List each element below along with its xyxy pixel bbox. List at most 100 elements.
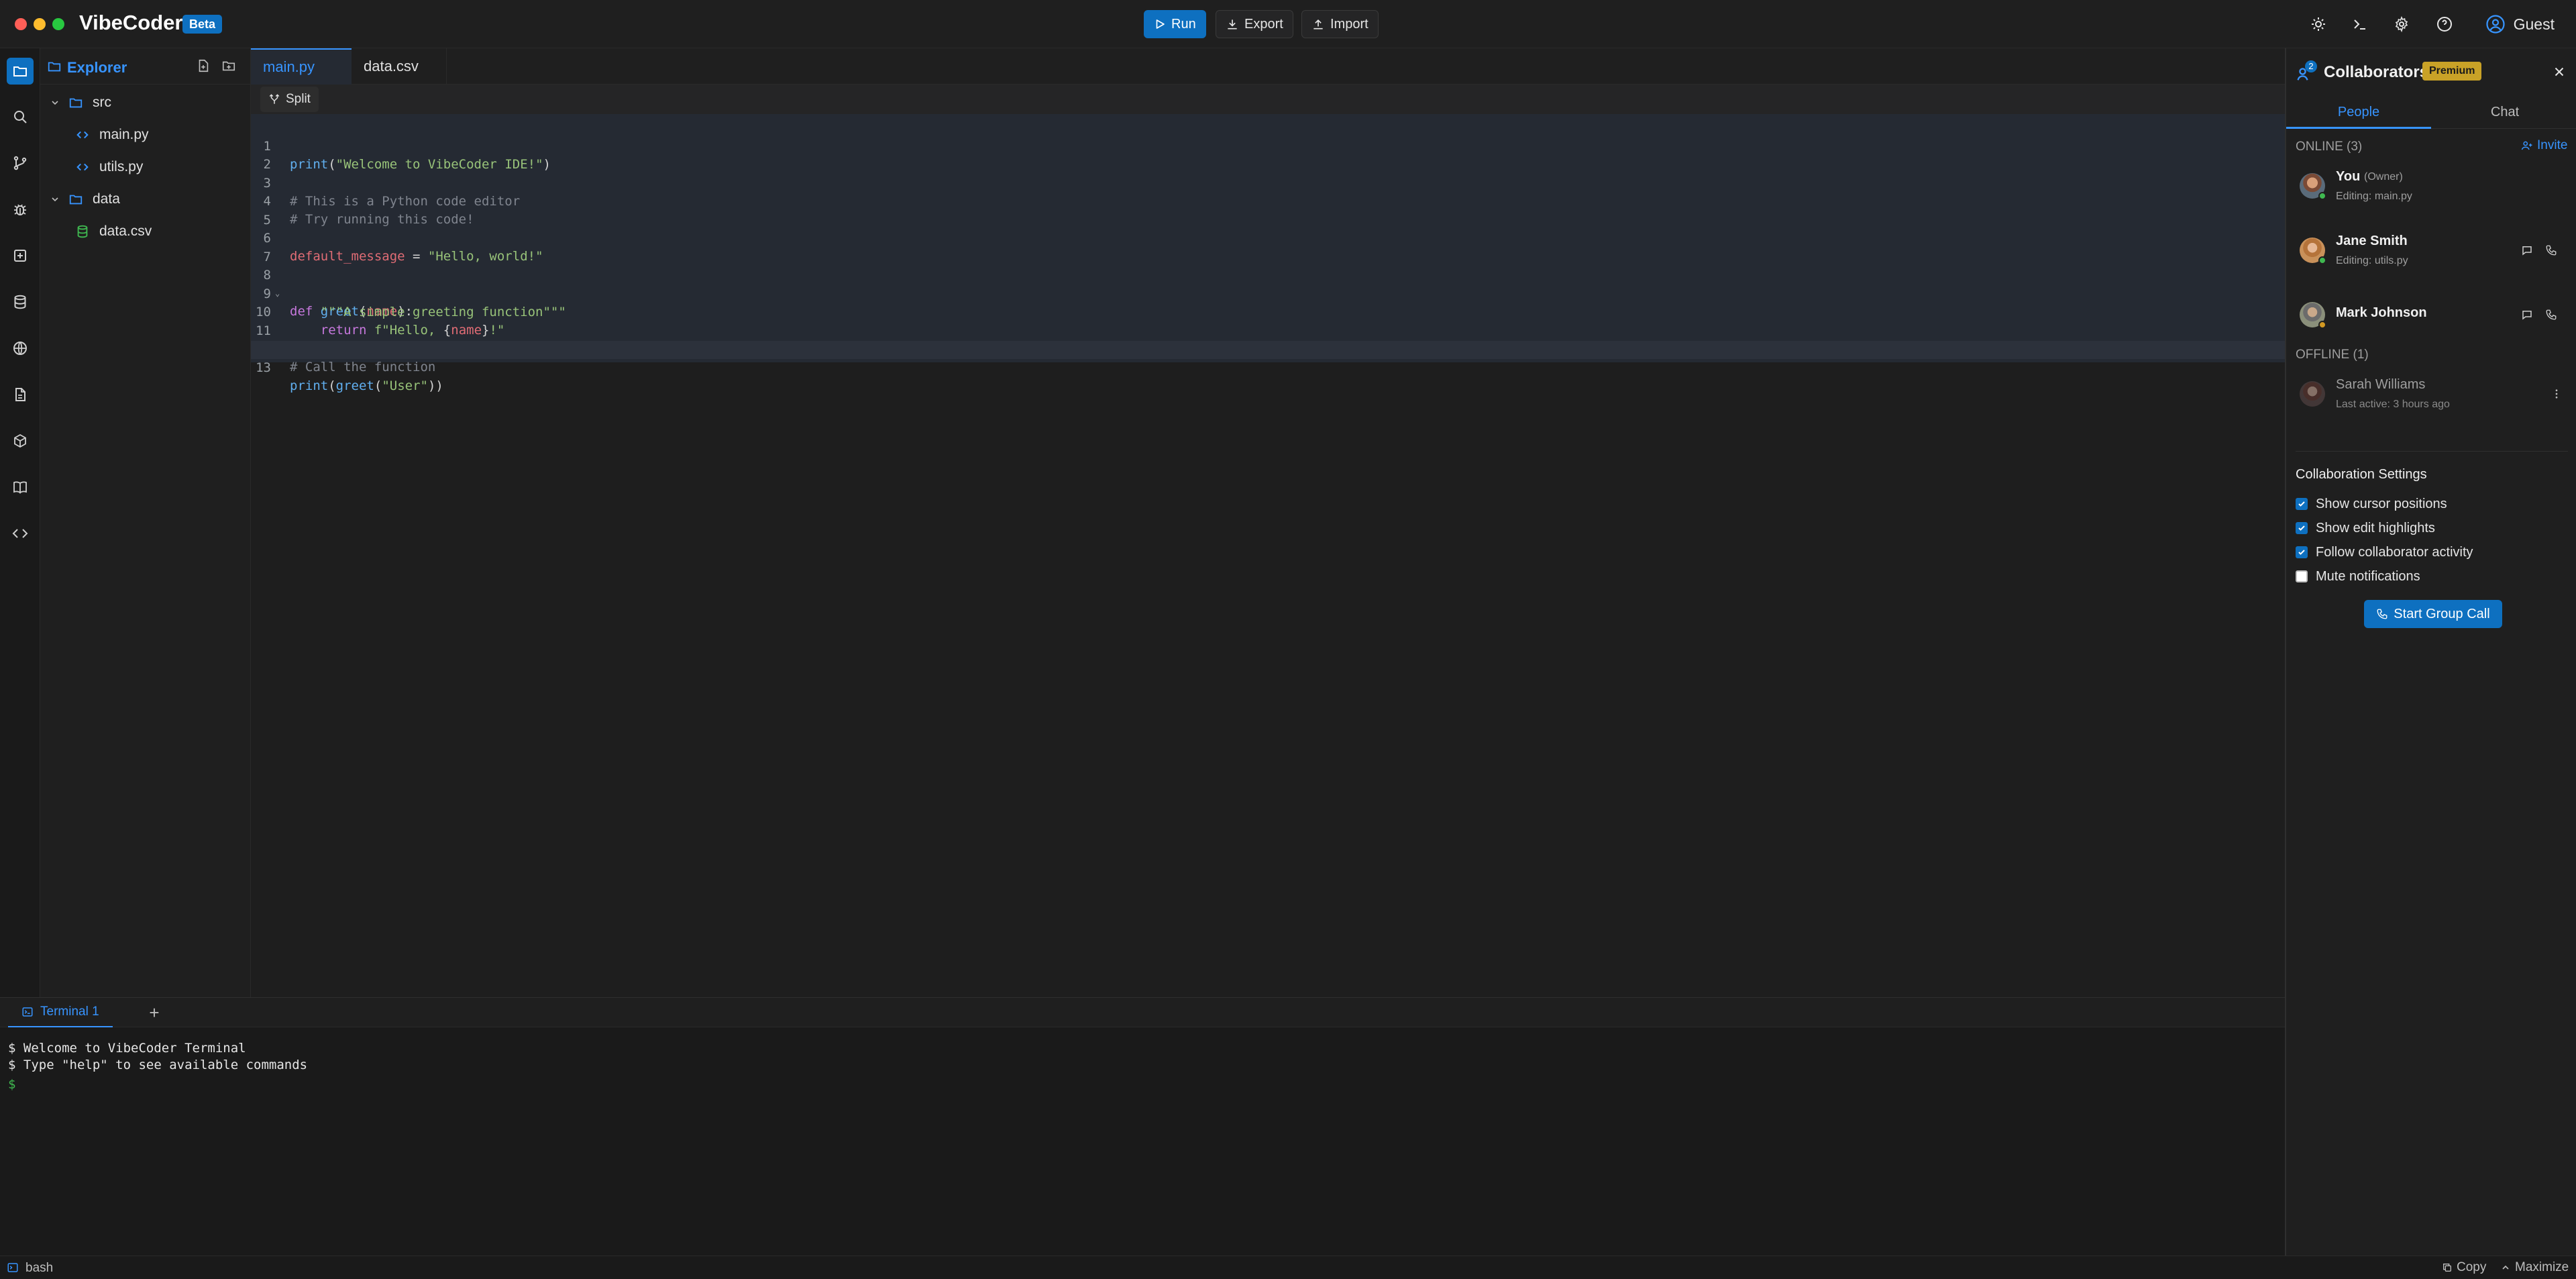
theme-toggle-button[interactable] (2306, 12, 2330, 36)
setting-show-cursor-positions[interactable]: Show cursor positions (2296, 494, 2447, 514)
help-button[interactable] (2432, 12, 2457, 36)
collaborator-you[interactable]: You (Owner) Editing: main.py (2286, 158, 2576, 219)
activity-packages[interactable] (7, 427, 34, 454)
collaborators-tabs: People Chat (2286, 95, 2576, 129)
activity-extensions[interactable] (7, 242, 34, 269)
tree-folder-src[interactable]: src (40, 88, 251, 117)
more-options-button[interactable] (2548, 385, 2565, 403)
terminal-toggle-button[interactable] (2348, 12, 2372, 36)
setting-label: Show edit highlights (2316, 520, 2435, 535)
message-button[interactable] (2518, 306, 2536, 323)
folder-icon (48, 62, 61, 72)
export-button[interactable]: Export (1216, 10, 1293, 38)
code-line: 2 (251, 138, 2285, 172)
maximize-window-button[interactable] (52, 18, 64, 30)
terminal-prompt[interactable]: $ (8, 1077, 15, 1092)
collaborator-mark-johnson[interactable]: Mark Johnson (2286, 287, 2576, 348)
activity-web[interactable] (7, 335, 34, 362)
setting-show-edit-highlights[interactable]: Show edit highlights (2296, 518, 2435, 538)
collaborator-sarah-williams[interactable]: Sarah Williams Last active: 3 hours ago (2286, 366, 2576, 427)
tree-folder-data[interactable]: data (40, 185, 251, 214)
code-line: 8 ⌄ def greet(name): (251, 248, 2285, 319)
terminal-icon (7, 1263, 18, 1272)
invite-button[interactable]: Invite (2521, 138, 2567, 153)
call-button[interactable] (2542, 242, 2560, 259)
collaborator-role: (Owner) (2364, 171, 2403, 183)
import-button[interactable]: Import (1301, 10, 1379, 38)
collaborator-jane-smith[interactable]: Jane Smith Editing: utils.py (2286, 223, 2576, 283)
activity-debug[interactable] (7, 196, 34, 223)
code-line: 10 return f"Hello, {name}!" (251, 285, 2285, 338)
plus-square-icon (14, 250, 26, 262)
tab-data-csv[interactable]: data.csv (352, 48, 447, 85)
terminal-panel: Terminal 1 + $ Welcome to VibeCoder Term… (0, 997, 2285, 1256)
message-button[interactable] (2518, 242, 2536, 259)
close-panel-button[interactable] (2552, 64, 2567, 83)
git-branch-icon (13, 156, 27, 170)
tree-file-main-py[interactable]: main.py (40, 120, 251, 150)
collaborator-name: You (2336, 169, 2361, 184)
copy-icon (2443, 1264, 2451, 1272)
user-menu-button[interactable]: Guest (2485, 12, 2555, 36)
activity-docs[interactable] (7, 474, 34, 501)
explorer-panel: Explorer src main.py utils.py data data.… (40, 48, 251, 997)
call-button[interactable] (2542, 306, 2560, 323)
activity-explorer[interactable] (7, 58, 34, 85)
tree-file-data-csv[interactable]: data.csv (40, 217, 251, 246)
offline-section-label: OFFLINE (1) (2296, 348, 2369, 362)
code-line: 1 print("Welcome to VibeCoder IDE!") (251, 119, 2285, 172)
avatar (2300, 381, 2325, 407)
setting-mute-notifications[interactable]: Mute notifications (2296, 566, 2420, 586)
tab-terminal-1[interactable]: Terminal 1 (8, 998, 113, 1027)
checkbox-checked[interactable] (2296, 522, 2308, 534)
tree-file-utils-py[interactable]: utils.py (40, 152, 251, 182)
collaborators-panel: 2 Collaborators Premium People Chat ONLI… (2285, 48, 2576, 1256)
code-editor[interactable]: 1 print("Welcome to VibeCoder IDE!") 2 3… (251, 114, 2285, 996)
code-line: 11 (251, 304, 2285, 338)
close-window-button[interactable] (15, 18, 27, 30)
chevron-up-icon (2502, 1265, 2509, 1270)
checkbox-unchecked[interactable] (2296, 570, 2308, 582)
activity-source-control[interactable] (7, 150, 34, 176)
new-folder-icon (222, 61, 235, 71)
maximize-terminal-button[interactable]: Maximize (2500, 1260, 2569, 1275)
editor-toolbar: Split (251, 85, 2285, 114)
help-icon (2437, 17, 2452, 32)
run-label: Run (1171, 16, 1196, 32)
setting-label: Follow collaborator activity (2316, 544, 2473, 560)
code-line: 7 (251, 230, 2285, 264)
setting-label: Mute notifications (2316, 568, 2420, 584)
collaborator-status: Editing: utils.py (2336, 255, 2408, 266)
app-title: VibeCoder (79, 11, 183, 34)
new-folder-button[interactable] (221, 58, 236, 77)
activity-search[interactable] (7, 103, 34, 130)
collaborator-name: Jane Smith (2336, 234, 2408, 248)
close-icon (2555, 67, 2564, 76)
minimize-window-button[interactable] (34, 18, 46, 30)
checkbox-checked[interactable] (2296, 498, 2308, 510)
copy-button[interactable]: Copy (2442, 1260, 2486, 1275)
setting-follow-collaborator-activity[interactable]: Follow collaborator activity (2296, 542, 2473, 562)
activity-database[interactable] (7, 289, 34, 315)
run-button[interactable]: Run (1144, 10, 1206, 38)
tab-main-py[interactable]: main.py (251, 48, 352, 85)
new-terminal-button[interactable]: + (144, 1002, 165, 1023)
tab-people[interactable]: People (2286, 95, 2431, 129)
split-editor-button[interactable]: Split (260, 87, 319, 112)
start-group-call-button[interactable]: Start Group Call (2364, 600, 2502, 628)
terminal-tab-label: Terminal 1 (40, 1005, 99, 1019)
tab-label: People (2337, 105, 2380, 119)
terminal-icon (2354, 19, 2365, 30)
activity-code[interactable] (7, 520, 34, 547)
new-file-icon (199, 59, 209, 72)
divider (2296, 451, 2568, 452)
online-status-dot (2318, 256, 2326, 264)
new-file-button[interactable] (196, 58, 211, 77)
code-line: 5 (251, 193, 2285, 227)
shell-label: bash (25, 1261, 54, 1275)
activity-documents[interactable] (7, 381, 34, 408)
settings-button[interactable] (2390, 12, 2414, 36)
checkbox-checked[interactable] (2296, 546, 2308, 558)
online-status-dot (2318, 192, 2326, 200)
tab-chat[interactable]: Chat (2432, 95, 2576, 129)
